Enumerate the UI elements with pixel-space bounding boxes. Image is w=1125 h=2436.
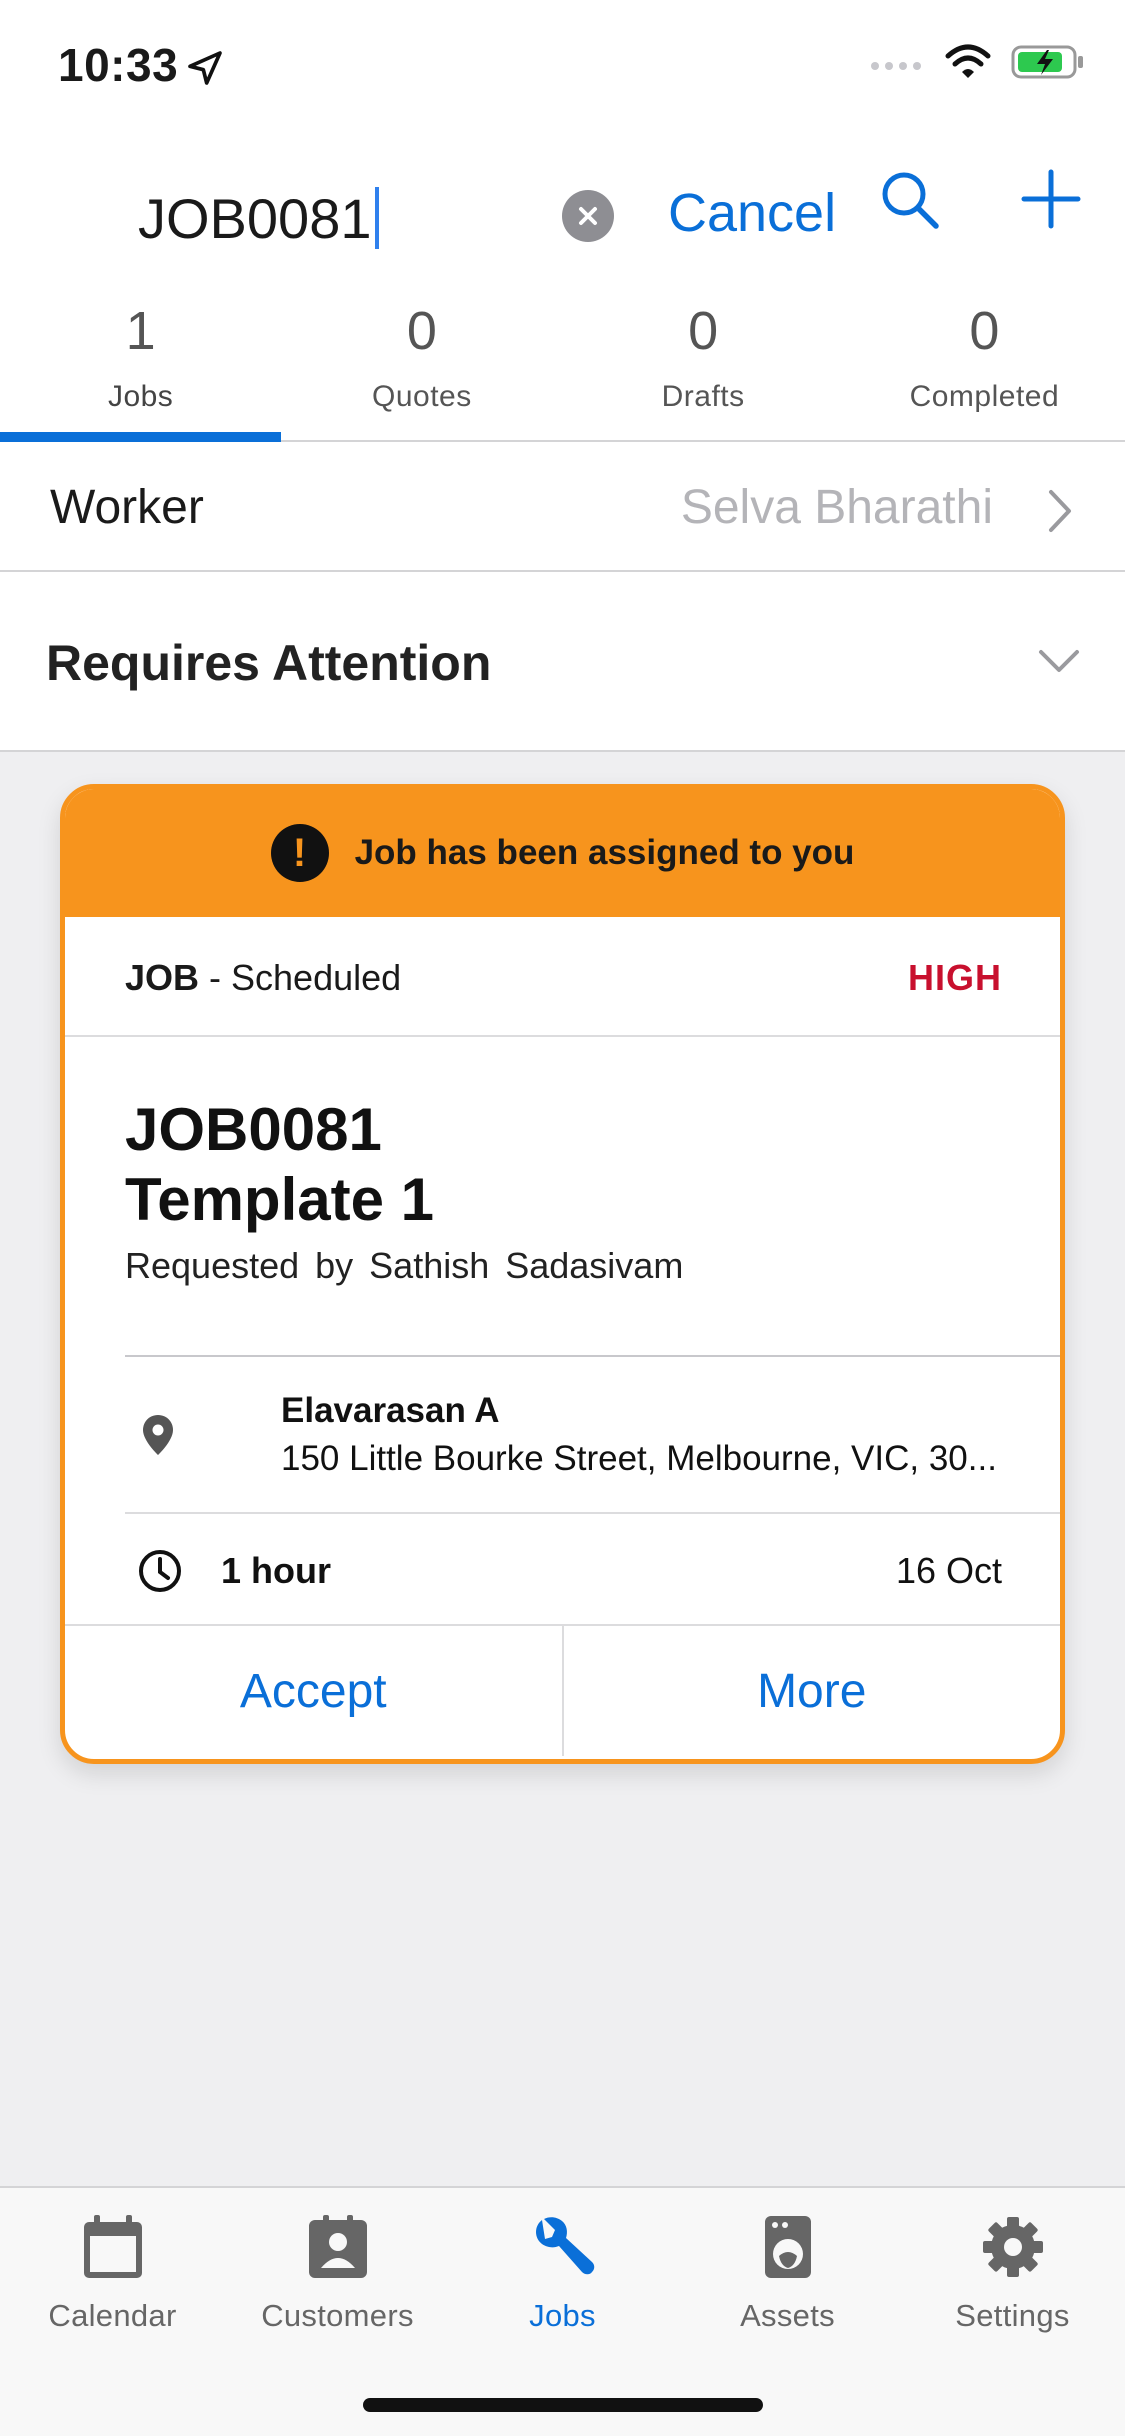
location-name: Elavarasan A <box>281 1391 500 1430</box>
job-schedule: 1 hour 16 Oct <box>65 1514 1060 1626</box>
tab-bar-label: Calendar <box>48 2298 177 2333</box>
search-icon[interactable] <box>878 168 944 234</box>
tab-count: 0 <box>688 301 719 361</box>
job-duration: 1 hour <box>221 1550 332 1591</box>
tab-bar-settings[interactable]: Settings <box>900 2188 1125 2348</box>
job-type-label: JOB <box>125 957 200 998</box>
clock-icon <box>139 1550 181 1592</box>
battery-charging-icon <box>1011 45 1083 79</box>
active-tab-indicator <box>0 432 282 442</box>
job-type-row: JOB - Scheduled HIGH <box>65 917 1060 1037</box>
tab-bar-jobs[interactable]: Jobs <box>450 2188 675 2348</box>
banner-text: Job has been assigned to you <box>354 833 855 872</box>
bottom-tab-bar: Calendar Customers Jobs Assets Settings <box>0 2186 1125 2436</box>
tab-bar-customers[interactable]: Customers <box>225 2188 450 2348</box>
worker-value: Selva Bharathi <box>680 481 993 534</box>
requested-by: Requested by Sathish Sadasivam <box>125 1245 684 1286</box>
location-pin-icon <box>143 1415 173 1455</box>
tab-drafts[interactable]: 0 Drafts <box>563 288 844 440</box>
cellular-signal-icon <box>871 62 921 70</box>
tab-completed[interactable]: 0 Completed <box>844 288 1125 440</box>
chevron-down-icon <box>1039 650 1079 672</box>
tab-bar-label: Assets <box>740 2298 835 2333</box>
worker-label: Worker <box>50 481 204 534</box>
job-details: JOB0081 Template 1 Requested by Sathish … <box>125 1037 1060 1357</box>
calendar-icon <box>83 2215 142 2278</box>
card-actions: Accept More <box>65 1626 1060 1756</box>
exclamation-icon: ! <box>270 824 329 882</box>
status-time: 10:33 <box>58 39 179 91</box>
location-address: 150 Little Bourke Street, Melbourne, VIC… <box>281 1439 997 1478</box>
job-status: - Scheduled <box>199 957 402 998</box>
job-type: JOB - Scheduled <box>125 957 401 999</box>
search-bar: JOB0081 Cancel <box>0 150 1125 280</box>
accept-button[interactable]: Accept <box>65 1626 562 1756</box>
job-template: Template 1 <box>125 1166 434 1233</box>
job-location: Elavarasan A 150 Little Bourke Street, M… <box>125 1357 1060 1514</box>
washing-machine-icon <box>764 2216 811 2278</box>
tab-label: Completed <box>909 380 1060 413</box>
tab-bar-label: Customers <box>261 2298 414 2333</box>
section-title: Requires Attention <box>46 635 492 691</box>
job-filter-tabs: 1 Jobs 0 Quotes 0 Drafts 0 Completed <box>0 288 1125 442</box>
tab-label: Jobs <box>107 380 174 413</box>
clear-search-button[interactable] <box>562 190 614 242</box>
requires-attention-section-header[interactable]: Requires Attention <box>0 572 1125 752</box>
cancel-button[interactable]: Cancel <box>668 182 836 244</box>
status-icons <box>869 44 1085 80</box>
clear-icon <box>579 207 597 225</box>
priority-badge: HIGH <box>908 957 1002 998</box>
tab-bar-assets[interactable]: Assets <box>675 2188 900 2348</box>
tab-label: Drafts <box>661 380 745 413</box>
tab-count: 0 <box>969 301 1000 361</box>
tab-jobs[interactable]: 1 Jobs <box>0 288 282 442</box>
home-indicator <box>363 2398 763 2412</box>
chevron-right-icon <box>1049 490 1071 532</box>
worker-selector[interactable]: Worker Selva Bharathi <box>0 444 1125 572</box>
tab-bar-label: Jobs <box>529 2298 596 2333</box>
search-query: JOB0081 <box>138 186 372 250</box>
job-card[interactable]: ! Job has been assigned to you JOB - Sch… <box>60 784 1065 1764</box>
job-number: JOB0081 <box>125 1096 382 1163</box>
location-arrow-icon <box>188 51 222 85</box>
more-button[interactable]: More <box>561 1626 1061 1756</box>
tab-count: 0 <box>406 301 437 361</box>
tab-count: 1 <box>125 301 156 361</box>
tab-bar-calendar[interactable]: Calendar <box>0 2188 225 2348</box>
tab-label: Quotes <box>372 380 472 413</box>
wrench-icon <box>535 2217 594 2275</box>
status-bar: 10:33 <box>0 0 1125 140</box>
text-caret <box>374 187 379 249</box>
wifi-icon <box>945 44 991 78</box>
tab-quotes[interactable]: 0 Quotes <box>281 288 562 440</box>
job-date: 16 Oct <box>895 1550 1002 1591</box>
contact-card-icon <box>308 2215 367 2278</box>
search-input[interactable]: JOB0081 <box>138 178 379 258</box>
tab-bar-label: Settings <box>955 2298 1070 2333</box>
assignment-banner: ! Job has been assigned to you <box>65 789 1060 917</box>
plus-icon[interactable] <box>1020 168 1082 230</box>
gear-icon <box>982 2217 1043 2277</box>
